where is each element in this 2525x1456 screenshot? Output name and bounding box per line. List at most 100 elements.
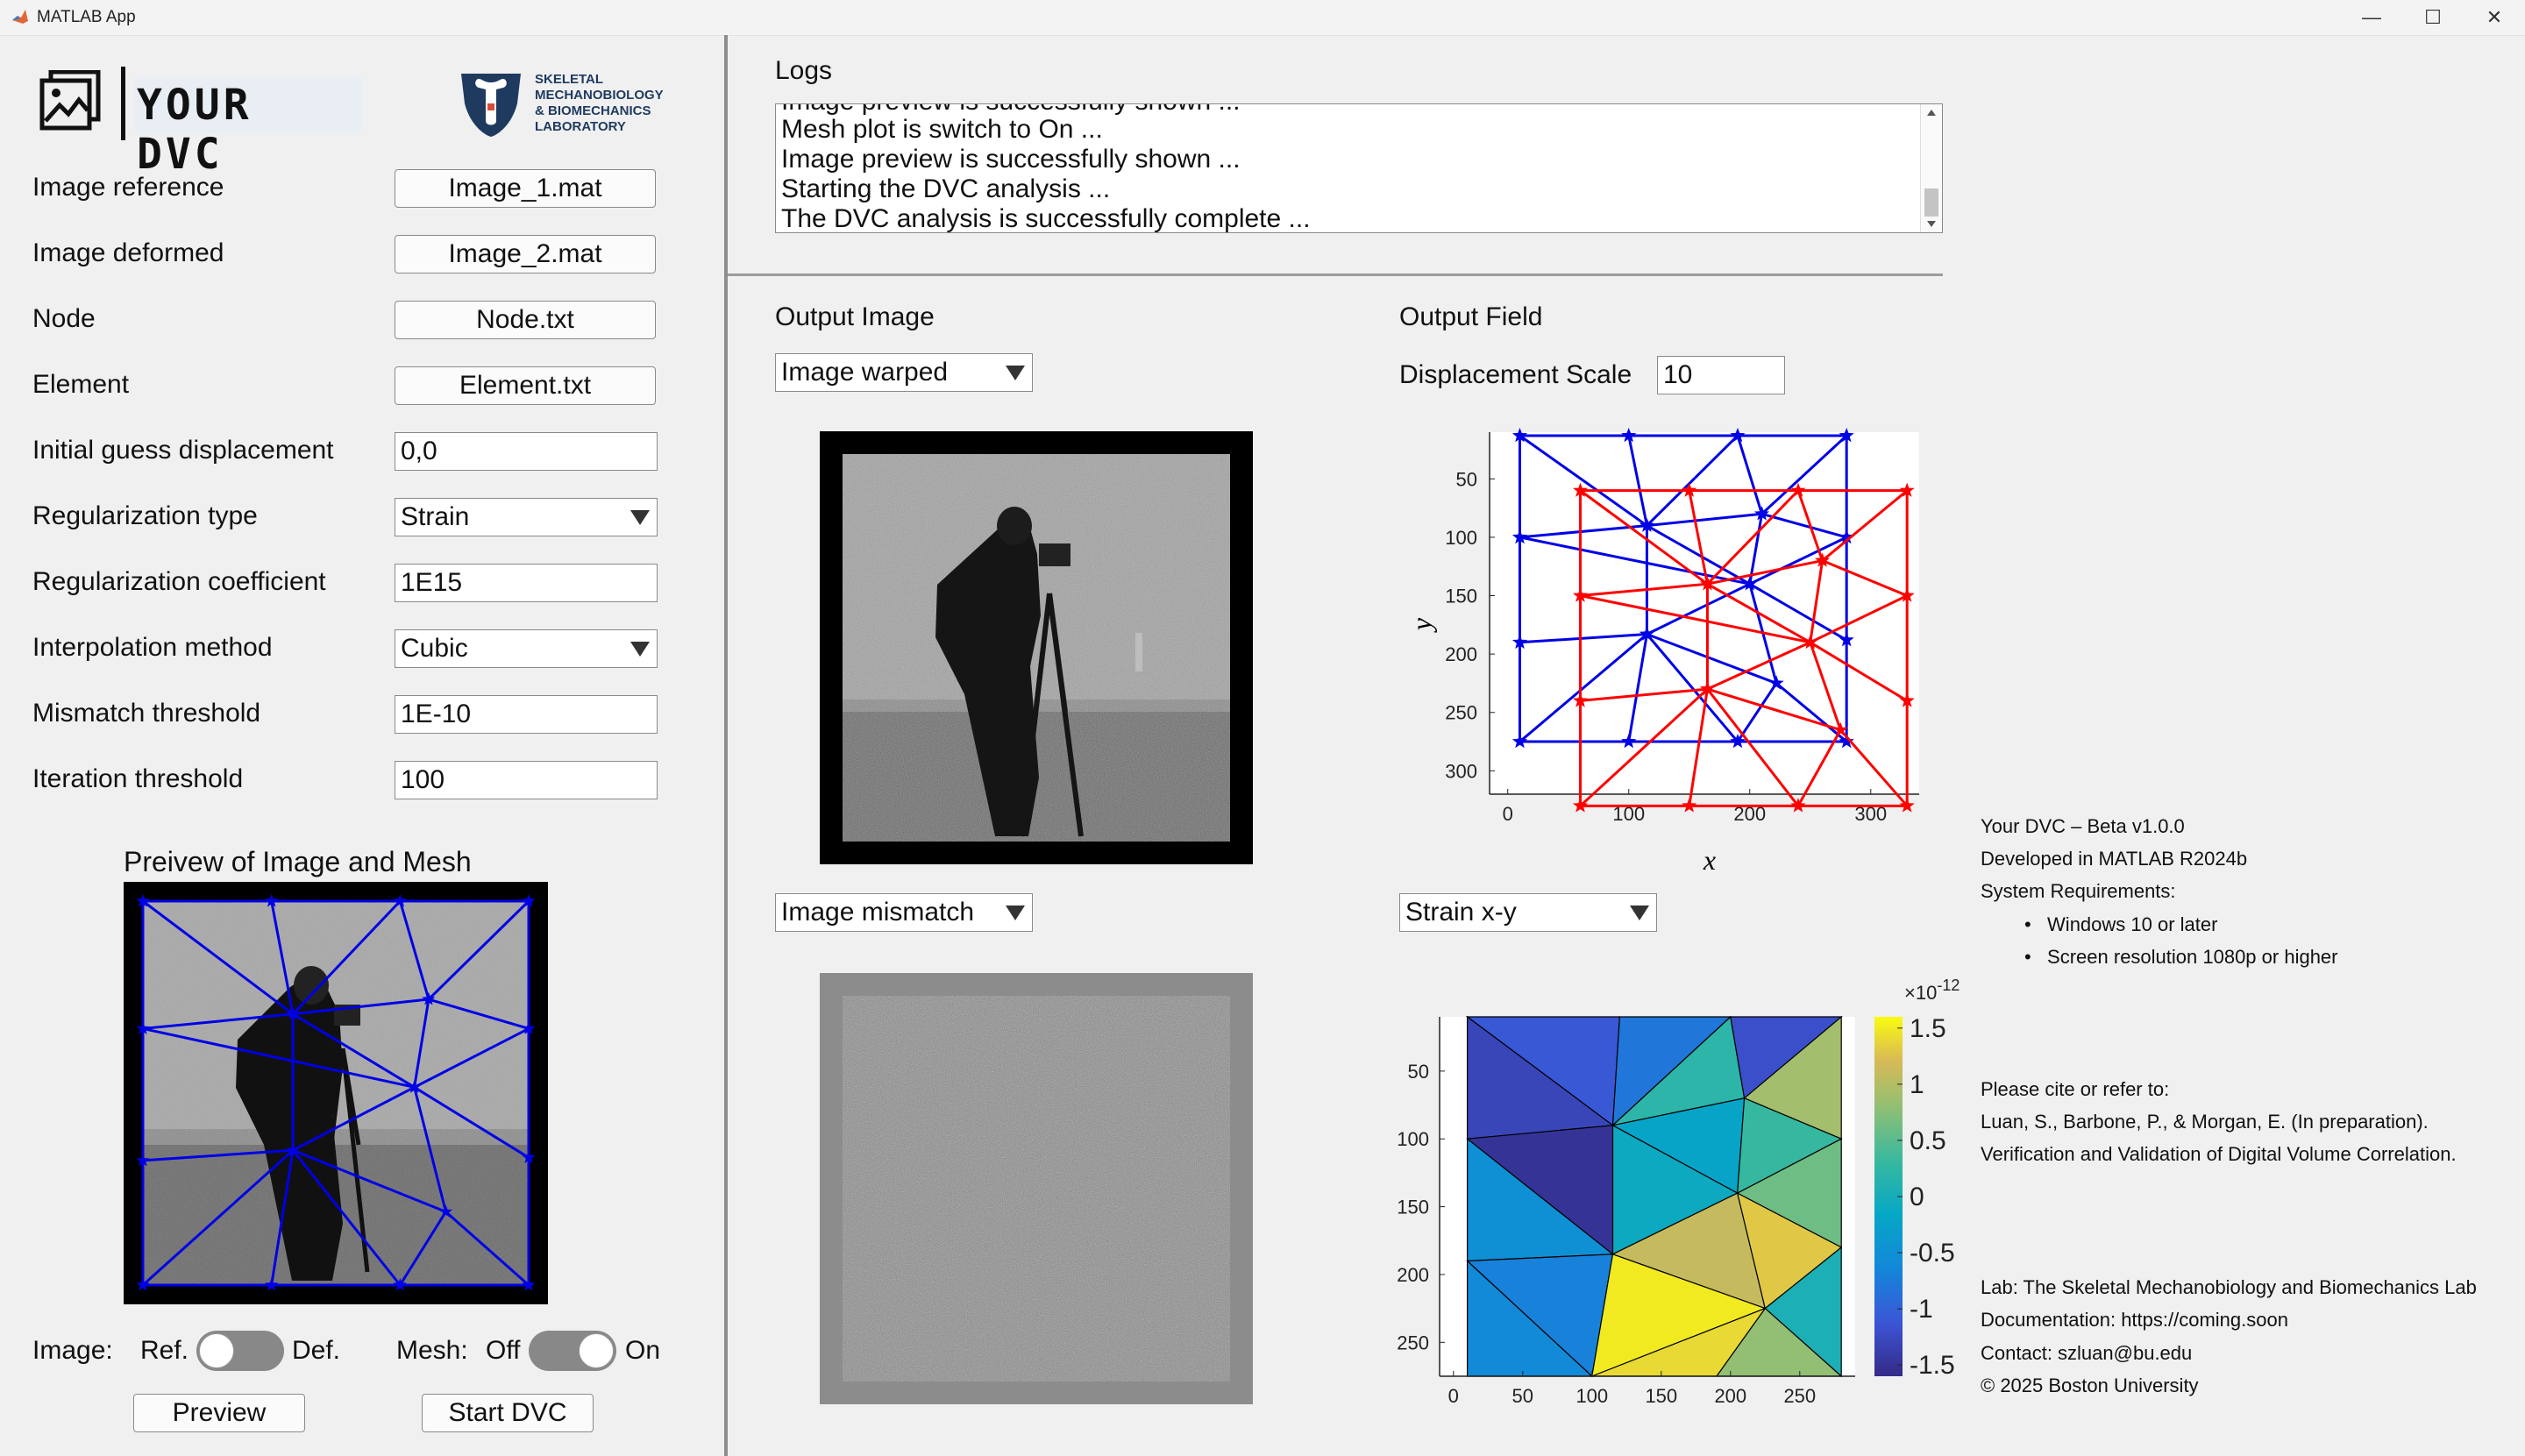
output-field-select[interactable]: Strain x-y: [1399, 893, 1657, 932]
image-toggle-label: Image:: [32, 1336, 113, 1365]
x-tick-label: 100: [1575, 1385, 1608, 1407]
y-tick-label: 150: [1445, 586, 1477, 607]
start-dvc-button[interactable]: Start DVC: [422, 1394, 594, 1432]
close-button[interactable]: ✕: [2464, 0, 2525, 35]
mesh-toggle-off-label: Off: [486, 1336, 521, 1365]
toggle-knob: [579, 1333, 614, 1368]
output-field-value: Strain x-y: [1405, 898, 1517, 927]
y-axis-label: y: [1405, 617, 1437, 633]
warped-image: [820, 431, 1253, 864]
strain-field-plot: 0 50 100 150 200 250 50 100 150 200 250 1.5 1 0.5 0 -…: [1397, 977, 1960, 1407]
documentation-link[interactable]: Documentation: https://coming.soon: [1981, 1309, 2288, 1332]
mismatch-image: [820, 973, 1253, 1404]
y-tick-label: 250: [1397, 1332, 1429, 1353]
colorbar-tick-label: 1: [1910, 1070, 1924, 1099]
iteration-threshold-input[interactable]: 100: [395, 761, 658, 799]
regularization-type-select[interactable]: Strain: [395, 498, 658, 536]
image-deformed-label: Image deformed: [32, 238, 224, 267]
log-line: Mesh plot is switch to On ...: [781, 115, 1103, 144]
x-tick-label: 150: [1645, 1385, 1677, 1407]
scroll-down-icon[interactable]: [1927, 221, 1936, 227]
interpolation-method-select[interactable]: Cubic: [395, 629, 658, 668]
matlab-icon: [12, 10, 28, 24]
scroll-thumb[interactable]: [1924, 188, 1938, 217]
preview-image-mesh: [124, 882, 548, 1304]
chevron-down-icon: [630, 642, 650, 657]
image-toggle-switch[interactable]: [196, 1331, 284, 1371]
image-deformed-button[interactable]: Image_2.mat: [395, 235, 656, 273]
y-tick-label: 250: [1445, 702, 1477, 724]
minimize-button[interactable]: —: [2341, 0, 2402, 35]
y-tick-label: 100: [1397, 1128, 1429, 1150]
x-tick-label: 50: [1512, 1385, 1533, 1407]
node-button[interactable]: Node.txt: [395, 301, 656, 339]
logs-scrollbar[interactable]: [1920, 104, 1942, 232]
x-axis-label: x: [1703, 844, 1716, 876]
chevron-down-icon: [1006, 366, 1025, 380]
version-text: Your DVC – Beta v1.0.0: [1981, 815, 2185, 837]
y-tick-label: 50: [1456, 468, 1477, 490]
requirement-item: • Screen resolution 1080p or higher: [2024, 946, 2338, 968]
preview-title: Preivew of Image and Mesh: [124, 846, 472, 877]
image-toggle-off-label: Ref.: [140, 1336, 189, 1365]
logs-title: Logs: [775, 56, 833, 85]
preview-button[interactable]: Preview: [133, 1394, 305, 1432]
logs-divider: [728, 273, 1943, 276]
mesh-node-marker: [1682, 798, 1697, 813]
colorbar-tick-label: 0.5: [1910, 1126, 1946, 1155]
chevron-down-icon: [630, 510, 650, 525]
regularization-type-label: Regularization type: [32, 501, 258, 530]
contact-email[interactable]: Contact: szluan@bu.edu: [1981, 1342, 2192, 1365]
y-tick-label: 300: [1445, 760, 1477, 782]
mesh-displacement-plot: 0 100 200 300 50100150200250300 x y: [1405, 428, 1919, 876]
logs-textarea[interactable]: Image preview is successfully shown ... …: [775, 103, 1943, 233]
window-title: MATLAB App: [37, 8, 136, 26]
mesh-toggle-switch[interactable]: [529, 1331, 616, 1371]
image-toggle-on-label: Def.: [292, 1336, 341, 1365]
displacement-scale-label: Displacement Scale: [1399, 360, 1632, 389]
interpolation-method-label: Interpolation method: [32, 633, 273, 662]
title-bar: MATLAB App — ☐ ✕: [0, 0, 2525, 36]
colorbar-tick-label: -0.5: [1910, 1239, 1955, 1268]
chevron-down-icon: [1006, 906, 1025, 920]
your-dvc-logo: YOUR DVC: [37, 67, 361, 179]
cite-title: Please cite or refer to:: [1981, 1078, 2170, 1100]
regularization-coefficient-input[interactable]: 1E15: [395, 564, 658, 602]
image-reference-label: Image reference: [32, 173, 224, 202]
y-tick-label: 200: [1445, 643, 1477, 665]
mismatch-threshold-label: Mismatch threshold: [32, 699, 261, 728]
output-image-top-select[interactable]: Image warped: [775, 353, 1033, 392]
mesh-toggle-label: Mesh:: [396, 1336, 468, 1365]
displacement-scale-input[interactable]: 10: [1657, 356, 1785, 394]
colorbar-tick-label: -1.5: [1910, 1351, 1955, 1380]
output-image-title: Output Image: [775, 302, 935, 331]
mesh-toggle-on-label: On: [625, 1336, 661, 1365]
x-tick-label: 250: [1783, 1385, 1816, 1407]
element-button[interactable]: Element.txt: [395, 366, 656, 405]
regularization-coefficient-label: Regularization coefficient: [32, 567, 326, 596]
output-field-title: Output Field: [1399, 302, 1543, 331]
mismatch-threshold-input[interactable]: 1E-10: [395, 695, 658, 734]
log-line: Starting the DVC analysis ...: [781, 174, 1111, 203]
maximize-button[interactable]: ☐: [2402, 0, 2464, 35]
element-label: Element: [32, 370, 130, 399]
lab-name: Lab: The Skeletal Mechanobiology and Bio…: [1981, 1276, 2477, 1298]
x-tick-label: 0: [1503, 803, 1513, 825]
output-image-bottom-select[interactable]: Image mismatch: [775, 893, 1033, 932]
lab-logo: SKELETAL MECHANOBIOLOGY & BIOMECHANICS L…: [454, 68, 664, 142]
initial-guess-input[interactable]: 0,0: [395, 432, 658, 471]
interpolation-method-value: Cubic: [401, 634, 468, 663]
matlab-version-text: Developed in MATLAB R2024b: [1981, 848, 2248, 870]
image-reference-button[interactable]: Image_1.mat: [395, 169, 656, 208]
scroll-up-icon[interactable]: [1927, 110, 1936, 116]
initial-guess-label: Initial guess displacement: [32, 436, 334, 465]
iteration-threshold-label: Iteration threshold: [32, 764, 244, 793]
bone-logo-icon: [461, 74, 521, 137]
cite-title-text: Verification and Validation of Digital V…: [1981, 1143, 2457, 1165]
copyright-text: © 2025 Boston University: [1981, 1374, 2199, 1396]
log-line: The DVC analysis is successfully complet…: [781, 204, 1311, 233]
colorbar-exponent: ×10-12: [1904, 977, 1960, 1004]
colorbar-tick-label: 1.5: [1910, 1014, 1946, 1043]
node-label: Node: [32, 304, 96, 333]
regularization-type-value: Strain: [401, 502, 470, 531]
